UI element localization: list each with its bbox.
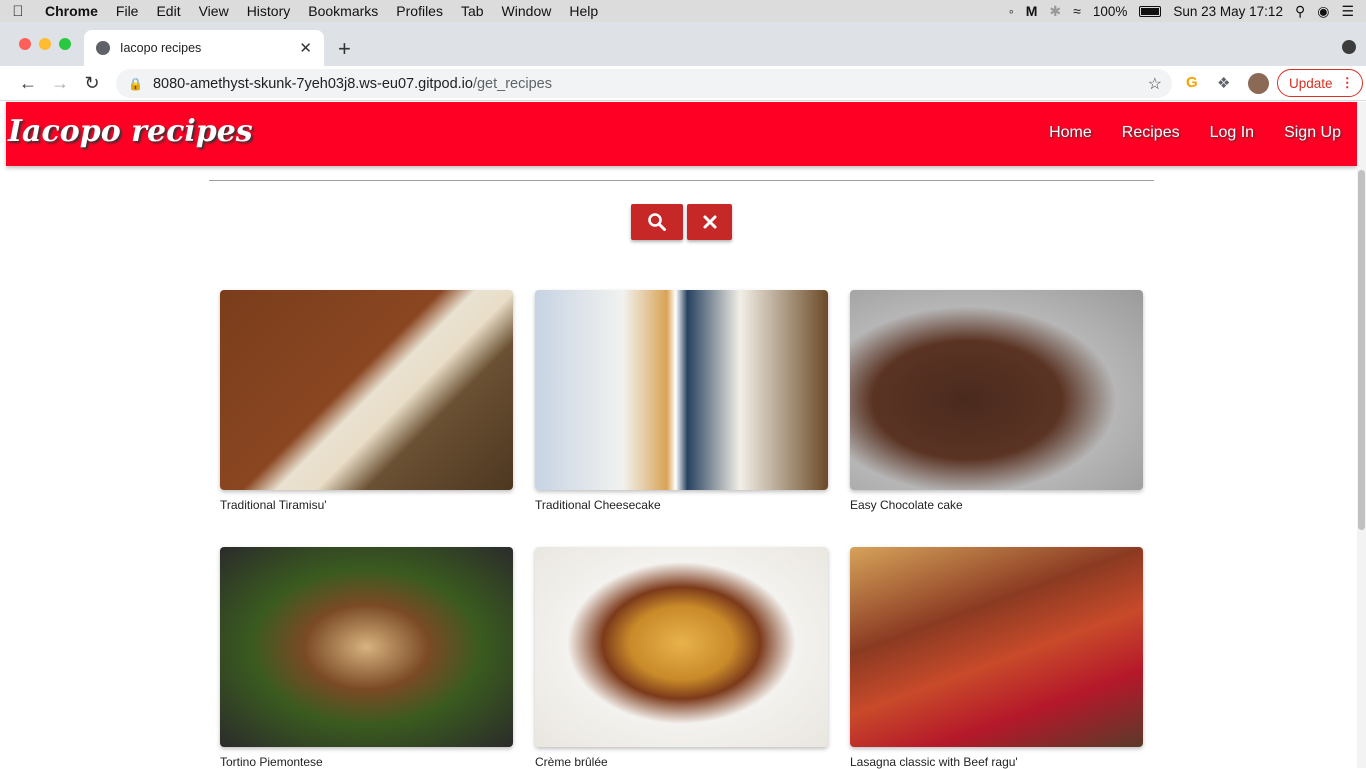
nav-login-link[interactable]: Log In xyxy=(1210,124,1254,142)
back-icon[interactable]: ← xyxy=(12,73,44,94)
recipe-title[interactable]: Traditional Tiramisu' xyxy=(220,498,513,512)
recipe-card[interactable]: Easy Chocolate cake xyxy=(850,290,1143,512)
menu-window[interactable]: Window xyxy=(493,3,561,19)
minimize-window-button[interactable] xyxy=(39,38,51,50)
recipe-image[interactable] xyxy=(850,547,1143,747)
recipe-card[interactable]: Tortino Piemontese xyxy=(220,547,513,769)
forward-icon[interactable]: → xyxy=(44,73,76,94)
maximize-window-button[interactable] xyxy=(59,38,71,50)
menu-bookmarks[interactable]: Bookmarks xyxy=(299,3,387,19)
menu-help[interactable]: Help xyxy=(560,3,607,19)
status-area: ◦ M ✱ ≈ 100% Sun 23 May 17:12 ⚲ ◉ ☰ xyxy=(1009,3,1366,20)
page-scrollbar[interactable] xyxy=(1357,102,1366,768)
site-logo[interactable]: Iacopo recipes xyxy=(8,114,253,149)
lock-icon[interactable]: 🔒 xyxy=(128,77,143,91)
battery-percent: 100% xyxy=(1092,3,1128,19)
profile-avatar[interactable] xyxy=(1248,73,1269,94)
menu-edit[interactable]: Edit xyxy=(147,3,189,19)
menu-app-name[interactable]: Chrome xyxy=(36,3,107,19)
url-host: 8080-amethyst-skunk-7yeh03j8.ws-eu07.git… xyxy=(152,75,473,92)
grammarly-extension-icon[interactable]: G xyxy=(1186,74,1198,91)
sync-icon[interactable]: ◦ xyxy=(1009,3,1014,19)
nav-home-link[interactable]: Home xyxy=(1049,124,1092,142)
tab-strip: Iacopo recipes ✕ + xyxy=(0,22,1366,66)
close-window-button[interactable] xyxy=(19,38,31,50)
apple-icon[interactable]:  xyxy=(0,3,36,20)
url-path: /get_recipes xyxy=(472,75,552,92)
address-bar[interactable]: 🔒 8080-amethyst-skunk-7yeh03j8.ws-eu07.g… xyxy=(116,69,1172,98)
search-button[interactable] xyxy=(631,204,683,240)
recipe-image[interactable] xyxy=(220,547,513,747)
reload-icon[interactable]: ↻ xyxy=(76,73,108,94)
recipe-card[interactable]: Traditional Cheesecake xyxy=(535,290,828,512)
globe-icon xyxy=(96,41,110,55)
recipe-card[interactable]: Traditional Tiramisu' xyxy=(220,290,513,512)
extensions-puzzle-icon[interactable]: ❖ xyxy=(1217,74,1230,92)
recipe-title[interactable]: Traditional Cheesecake xyxy=(535,498,828,512)
scrollbar-thumb[interactable] xyxy=(1358,170,1365,530)
menu-tab[interactable]: Tab xyxy=(452,3,493,19)
new-tab-button[interactable]: + xyxy=(338,36,351,62)
menu-history[interactable]: History xyxy=(238,3,300,19)
recipe-card[interactable]: Lasagna classic with Beef ragu' xyxy=(850,547,1143,769)
window-controls xyxy=(19,38,71,50)
wifi-icon[interactable]: ≈ xyxy=(1073,3,1081,19)
recipe-image[interactable] xyxy=(535,547,828,747)
web-page: Iacopo recipes Home Recipes Log In Sign … xyxy=(0,102,1366,769)
recipe-title[interactable]: Lasagna classic with Beef ragu' xyxy=(850,755,1143,769)
battery-icon[interactable] xyxy=(1139,5,1162,17)
recipe-title[interactable]: Tortino Piemontese xyxy=(220,755,513,769)
tab-search-icon[interactable] xyxy=(1342,40,1356,54)
clock[interactable]: Sun 23 May 17:12 xyxy=(1173,4,1283,19)
recipe-image[interactable] xyxy=(850,290,1143,490)
tab-title: Iacopo recipes xyxy=(120,41,202,55)
close-icon xyxy=(703,215,716,229)
bluetooth-icon[interactable]: ✱ xyxy=(1049,3,1061,20)
search-icon xyxy=(648,213,666,231)
menu-file[interactable]: File xyxy=(107,3,148,19)
siri-icon[interactable]: ◉ xyxy=(1317,3,1329,20)
nav-signup-link[interactable]: Sign Up xyxy=(1284,124,1341,142)
search-input-underline[interactable] xyxy=(209,180,1154,181)
search-icon[interactable]: ⚲ xyxy=(1295,3,1305,20)
update-label: Update xyxy=(1289,75,1333,91)
menu-profiles[interactable]: Profiles xyxy=(387,3,452,19)
malwarebytes-icon[interactable]: M xyxy=(1026,3,1038,19)
reset-search-button[interactable] xyxy=(687,204,732,240)
active-tab[interactable]: Iacopo recipes ✕ xyxy=(84,30,324,66)
site-navbar: Iacopo recipes Home Recipes Log In Sign … xyxy=(6,102,1357,166)
close-tab-icon[interactable]: ✕ xyxy=(299,39,312,57)
control-center-icon[interactable]: ☰ xyxy=(1341,3,1354,20)
recipe-title[interactable]: Crème brûlée xyxy=(535,755,828,769)
recipe-image[interactable] xyxy=(535,290,828,490)
update-button[interactable]: Update ⋮ xyxy=(1277,69,1363,97)
site-nav-links: Home Recipes Log In Sign Up xyxy=(1049,124,1341,142)
macos-menu-bar:  Chrome File Edit View History Bookmark… xyxy=(0,0,1366,22)
more-menu-icon[interactable]: ⋮ xyxy=(1341,75,1355,91)
recipe-card[interactable]: Crème brûlée xyxy=(535,547,828,769)
bookmark-star-icon[interactable]: ☆ xyxy=(1148,74,1162,94)
recipe-image[interactable] xyxy=(220,290,513,490)
browser-toolbar: ← → ↻ 🔒 8080-amethyst-skunk-7yeh03j8.ws-… xyxy=(0,66,1366,101)
nav-recipes-link[interactable]: Recipes xyxy=(1122,124,1180,142)
recipe-title[interactable]: Easy Chocolate cake xyxy=(850,498,1143,512)
menu-view[interactable]: View xyxy=(190,3,238,19)
